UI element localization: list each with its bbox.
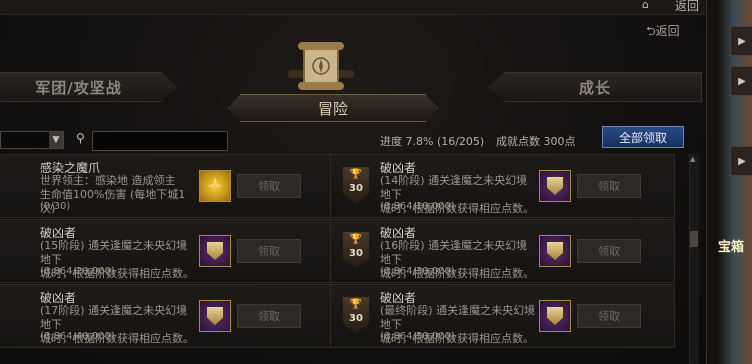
shield-icon	[547, 242, 563, 260]
scroll-up-icon[interactable]: ▲	[690, 155, 698, 163]
reward-item-icon[interactable]	[539, 300, 571, 332]
back-link[interactable]: ⮌返回	[646, 22, 680, 43]
points-text: 成就点数 300点	[496, 135, 576, 148]
top-bar: ⌂ 返回	[0, 0, 705, 15]
card-progress: (8,864/50,000)	[380, 331, 455, 342]
return-arrow-icon: ⮌	[646, 24, 656, 38]
trophy-icon: 🏆	[349, 234, 363, 245]
card-progress: (8,864/40,000)	[40, 331, 115, 342]
sparkle-icon	[207, 177, 223, 195]
trophy-icon: 🏆	[349, 169, 363, 180]
reward-item-icon[interactable]	[199, 235, 231, 267]
achievement-card: 🏆 30 破凶者 (16阶段) 通关逢魔之未央幻境地下 城时，根据阶数获得相应点数…	[330, 219, 675, 283]
achievement-card: 破凶者 (15阶段) 通关逢魔之未央幻境地下 城时，根据阶数获得相应点数。 (8…	[0, 219, 335, 283]
shield-icon	[207, 242, 223, 260]
expand-arrow-icon[interactable]: ▶	[730, 26, 752, 56]
search-input[interactable]	[92, 131, 228, 151]
achievement-card: 🏆 30 破凶者 (最终阶段) 通关逢魔之未央幻境地下 城时，根据阶数获得相应点数…	[330, 284, 675, 348]
scrollbar[interactable]	[689, 154, 699, 364]
badge-points: 30	[349, 313, 363, 324]
trophy-badge-icon: 🏆 30	[343, 167, 369, 203]
shield-icon	[547, 307, 563, 325]
card-progress: (8,864/10,000)	[380, 201, 455, 212]
reward-item-icon[interactable]	[539, 170, 571, 202]
tab-growth[interactable]: 成长	[488, 72, 702, 102]
reward-item-icon[interactable]	[199, 170, 231, 202]
side-divider	[706, 0, 719, 364]
reward-item-icon[interactable]	[199, 300, 231, 332]
treasure-box-label: 宝箱	[718, 240, 745, 255]
search-icon: ⚲	[76, 131, 85, 145]
claim-button[interactable]: 领取	[237, 304, 301, 328]
trophy-badge-icon: 🏆 30	[343, 297, 369, 333]
chevron-down-icon: ▼	[49, 132, 63, 148]
tab-adventure[interactable]: 冒险	[228, 94, 438, 122]
achievement-card: 🏆 30 破凶者 (14阶段) 通关逢魔之未央幻境地下 城时，根据阶数获得相应点数…	[330, 154, 675, 218]
achievement-card: 破凶者 (17阶段) 通关逢魔之未央幻境地下 城时，根据阶数获得相应点数。 (8…	[0, 284, 335, 348]
tab-legion-siege[interactable]: 军团/攻坚战	[0, 72, 177, 102]
badge-points: 30	[349, 248, 363, 259]
progress-text: 进度 7.8% (16/205)	[380, 135, 485, 148]
expand-arrow-icon[interactable]: ▶	[730, 146, 752, 176]
trophy-icon: 🏆	[349, 299, 363, 310]
expand-arrow-icon[interactable]: ▶	[730, 66, 752, 96]
shield-icon	[207, 307, 223, 325]
card-progress: (0/30)	[40, 201, 71, 212]
reward-item-icon[interactable]	[539, 235, 571, 267]
claim-button[interactable]: 领取	[577, 304, 641, 328]
trophy-badge-icon: 🏆 30	[343, 232, 369, 268]
claim-button[interactable]: 领取	[577, 174, 641, 198]
claim-button[interactable]: 领取	[237, 239, 301, 263]
top-back-link[interactable]: 返回	[675, 0, 699, 14]
home-icon[interactable]: ⌂	[642, 0, 649, 11]
card-progress: (8,864/20,000)	[40, 266, 115, 277]
shield-icon	[547, 177, 563, 195]
claim-button[interactable]: 领取	[577, 239, 641, 263]
achievement-card: 感染之魔爪 世界领主：感染地 造成领主 生命值100%伤害 (每地下城1次) (…	[0, 154, 335, 218]
scrollbar-thumb[interactable]	[690, 231, 698, 247]
scroll-emblem-icon	[288, 42, 354, 90]
badge-points: 30	[349, 183, 363, 194]
category-dropdown[interactable]: ▼	[0, 131, 64, 149]
card-progress: (8,864/30,000)	[380, 266, 455, 277]
claim-all-button[interactable]: 全部领取	[602, 126, 684, 148]
claim-button[interactable]: 领取	[237, 174, 301, 198]
